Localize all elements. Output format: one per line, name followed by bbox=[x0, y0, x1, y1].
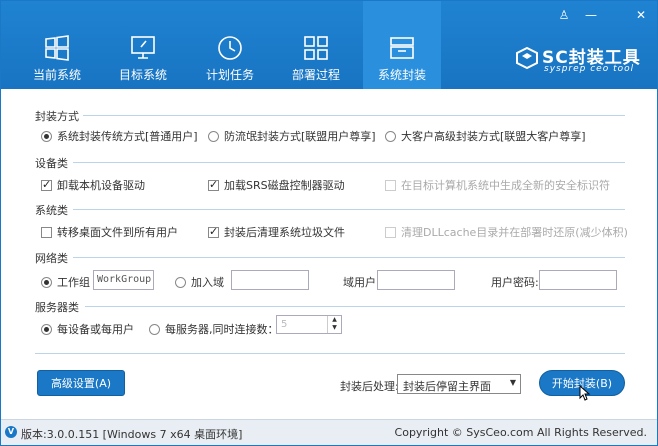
user-icon[interactable]: ♙ bbox=[554, 7, 574, 23]
option-label: 转移桌面文件到所有用户 bbox=[57, 226, 178, 239]
tab-label: 系统封装 bbox=[377, 68, 426, 82]
chevron-down-icon: ▼ bbox=[509, 378, 516, 387]
advanced-settings-button[interactable]: 高级设置(A) bbox=[37, 370, 125, 396]
windows-icon bbox=[45, 35, 69, 61]
checkbox-indicator bbox=[385, 226, 396, 238]
section-title-system: 系统类 bbox=[35, 204, 68, 217]
section-title-mode: 封装方式 bbox=[35, 110, 79, 123]
checkbox-indicator bbox=[385, 179, 396, 191]
radio-anti-rogue-mode[interactable]: 防流氓封装方式[联盟用户尊享] bbox=[208, 128, 376, 144]
section-title-server: 服务器类 bbox=[35, 301, 79, 314]
minimize-button[interactable]: — bbox=[581, 7, 601, 23]
checkbox-clean-dllcache: 清理DLLcache目录并在部署时还原(减少体积) bbox=[385, 224, 628, 240]
header-bar: ♙ — ✕ 当前系统 目标系统 计划任务 部署过程 系统封装 SC封装工具 sy… bbox=[1, 1, 657, 89]
section-divider bbox=[85, 306, 625, 307]
domain-user-label: 域用户: bbox=[343, 276, 380, 289]
checkbox-load-srs-driver[interactable]: 加载SRS磁盘控制器驱动 bbox=[208, 177, 345, 193]
tab-target-system[interactable]: 目标系统 bbox=[107, 1, 179, 89]
logo-subtitle: sysprep ceo tool bbox=[544, 64, 635, 74]
section-divider bbox=[73, 162, 625, 163]
checkbox-indicator[interactable] bbox=[208, 178, 219, 191]
tab-label: 计划任务 bbox=[205, 68, 254, 82]
radio-indicator[interactable] bbox=[175, 276, 186, 288]
radio-per-server[interactable]: 每服务器,同时连接数： bbox=[149, 321, 279, 337]
user-password-input[interactable] bbox=[539, 270, 617, 290]
radio-indicator[interactable] bbox=[41, 323, 52, 335]
radio-indicator[interactable] bbox=[149, 323, 160, 335]
after-process-value: 封装后停留主界面 bbox=[403, 380, 491, 393]
option-label: 每服务器,同时连接数： bbox=[165, 323, 279, 336]
checkbox-generate-sid: 在目标计算机系统中生成全新的安全标识符 bbox=[385, 177, 610, 193]
checkbox-clean-junk[interactable]: 封装后清理系统垃圾文件 bbox=[208, 224, 345, 240]
version-text: 版本:3.0.0.151 [Windows 7 x64 桌面环境] bbox=[21, 428, 243, 441]
radio-per-device[interactable]: 每设备或每用户 bbox=[41, 321, 134, 337]
option-label: 在目标计算机系统中生成全新的安全标识符 bbox=[401, 179, 610, 192]
option-label: 每设备或每用户 bbox=[57, 323, 134, 336]
radio-indicator[interactable] bbox=[208, 130, 219, 142]
version-icon: V bbox=[5, 426, 17, 438]
after-process-select[interactable]: 封装后停留主界面 ▼ bbox=[397, 374, 521, 394]
checkbox-move-desktop-files[interactable]: 转移桌面文件到所有用户 bbox=[41, 224, 178, 240]
checkbox-indicator[interactable] bbox=[41, 178, 52, 191]
tab-label: 当前系统 bbox=[32, 68, 81, 82]
tab-current-system[interactable]: 当前系统 bbox=[21, 1, 93, 89]
radio-indicator[interactable] bbox=[41, 276, 52, 288]
tab-scheduled-tasks[interactable]: 计划任务 bbox=[194, 1, 266, 89]
domain-input[interactable] bbox=[231, 270, 309, 290]
radio-workgroup[interactable]: 工作组 bbox=[41, 274, 90, 290]
copyright-text: Copyright © SysCeo.com All Rights Reserv… bbox=[394, 426, 647, 439]
checkbox-uninstall-drivers[interactable]: 卸载本机设备驱动 bbox=[41, 177, 145, 193]
tab-system-packaging[interactable]: 系统封装 bbox=[363, 1, 441, 89]
section-divider bbox=[73, 257, 625, 258]
section-divider bbox=[73, 209, 625, 210]
status-bar: V 版本:3.0.0.151 [Windows 7 x64 桌面环境] Copy… bbox=[1, 419, 657, 445]
close-button[interactable]: ✕ bbox=[631, 7, 651, 23]
checkbox-indicator[interactable] bbox=[208, 225, 219, 238]
option-label: 加载SRS磁盘控制器驱动 bbox=[224, 179, 345, 192]
section-title-devices: 设备类 bbox=[35, 157, 68, 170]
workgroup-input[interactable]: WorkGroup bbox=[93, 270, 154, 290]
domain-user-input[interactable] bbox=[377, 270, 455, 290]
connections-stepper[interactable]: 5 ▲ ▼ bbox=[276, 315, 342, 334]
option-label: 系统封装传统方式[普通用户] bbox=[57, 130, 198, 143]
clock-icon bbox=[218, 36, 242, 60]
radio-traditional-mode[interactable]: 系统封装传统方式[普通用户] bbox=[41, 128, 198, 144]
option-label: 卸载本机设备驱动 bbox=[57, 179, 145, 192]
radio-indicator[interactable] bbox=[41, 130, 52, 142]
section-title-network: 网络类 bbox=[35, 252, 68, 265]
app-window: ♙ — ✕ 当前系统 目标系统 计划任务 部署过程 系统封装 SC封装工具 sy… bbox=[0, 0, 658, 446]
option-label: 防流氓封装方式[联盟用户尊享] bbox=[224, 130, 376, 143]
section-divider bbox=[35, 353, 625, 354]
option-label: 封装后清理系统垃圾文件 bbox=[224, 226, 345, 239]
brand-logo: SC封装工具 sysprep ceo tool bbox=[510, 43, 650, 79]
radio-enterprise-mode[interactable]: 大客户高级封装方式[联盟大客户尊享] bbox=[385, 128, 586, 144]
section-divider bbox=[83, 115, 625, 116]
mouse-cursor-icon bbox=[579, 385, 591, 401]
option-label: 大客户高级封装方式[联盟大客户尊享] bbox=[401, 130, 586, 143]
stepper-arrows[interactable]: ▲ ▼ bbox=[327, 316, 341, 333]
tab-deploy-process[interactable]: 部署过程 bbox=[280, 1, 352, 89]
tab-label: 部署过程 bbox=[291, 68, 340, 82]
radio-join-domain[interactable]: 加入域 bbox=[175, 274, 224, 290]
option-label: 工作组 bbox=[57, 276, 90, 289]
package-icon bbox=[390, 37, 414, 59]
connections-value: 5 bbox=[281, 319, 288, 330]
option-label: 清理DLLcache目录并在部署时还原(减少体积) bbox=[401, 226, 628, 239]
checkbox-indicator[interactable] bbox=[41, 226, 52, 238]
after-process-label: 封装后处理: bbox=[340, 380, 399, 393]
monitor-icon bbox=[131, 36, 155, 59]
user-password-label: 用户密码: bbox=[491, 276, 539, 289]
grid-icon bbox=[304, 36, 328, 60]
tab-label: 目标系统 bbox=[118, 68, 167, 82]
logo-icon bbox=[516, 46, 538, 70]
option-label: 加入域 bbox=[191, 276, 224, 289]
radio-indicator[interactable] bbox=[385, 130, 396, 142]
